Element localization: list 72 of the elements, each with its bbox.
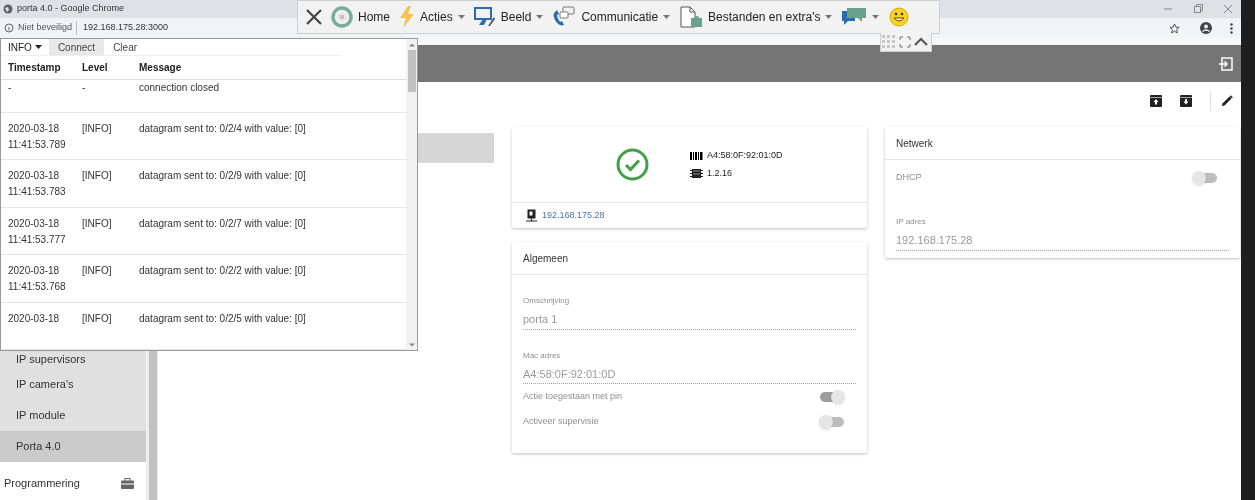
log-button[interactable]: Connect	[48, 39, 105, 56]
table-cell: datagram sent to: 0/2/4 with value: [0]	[139, 122, 306, 134]
star-icon[interactable]	[1169, 22, 1180, 34]
menu-icon[interactable]	[1230, 22, 1233, 34]
mac-address: A4:58:0F:92:01:0D	[707, 149, 783, 162]
security-label: Niet beveiligd	[18, 21, 78, 35]
column-header: Level	[82, 61, 108, 73]
scroll-down-icon[interactable]	[408, 342, 415, 348]
monitor-icon	[473, 7, 496, 27]
firmware-version: 1.2.16	[707, 166, 733, 180]
speech-bubbles-icon	[841, 7, 868, 27]
window-title: porta 4.0 - Google Chrome	[17, 2, 125, 16]
table-cell: -	[82, 81, 86, 93]
card-title: Netwerk	[896, 136, 933, 151]
card-title: Algemeen	[523, 251, 569, 266]
check-circle-icon	[615, 148, 649, 181]
table-cell: [INFO]	[82, 217, 112, 229]
globe-icon	[3, 4, 13, 14]
menu-button[interactable]: Beeld	[472, 7, 545, 27]
document-puzzle-icon	[679, 6, 704, 28]
field-label: IP adres	[896, 216, 927, 228]
logout-icon[interactable]	[1219, 56, 1233, 71]
field-label: Mac adres	[523, 349, 562, 362]
scrollbar[interactable]	[406, 39, 417, 350]
scroll-up-icon[interactable]	[408, 42, 415, 48]
table-cell-text: 2020-03-18 11:41:53.777	[8, 216, 67, 247]
table-cell: connection closed	[139, 81, 220, 93]
table-cell: [INFO]	[82, 265, 112, 276]
phone-chat-icon	[552, 6, 577, 28]
table-cell: datagram sent to: 0/2/5 with value: [0]	[139, 312, 306, 324]
archive-upload-icon[interactable]	[1150, 95, 1162, 107]
restore-icon[interactable]	[1193, 4, 1203, 14]
menu-button[interactable]	[840, 7, 881, 27]
circle-menu-icon	[331, 6, 353, 28]
table-cell: datagram sent to: 0/2/2 with value: [0]	[139, 265, 306, 276]
lightning-icon	[399, 6, 415, 28]
barcode-icon	[690, 151, 703, 160]
toggle-label: Actie toegestaan met pin	[523, 389, 623, 403]
menu-button[interactable]: Home	[330, 6, 391, 28]
network-icon	[526, 209, 537, 222]
column-header: Timestamp	[8, 61, 61, 73]
archive-download-icon[interactable]	[1180, 95, 1192, 107]
table-cell-text: -	[8, 80, 13, 95]
menu-button[interactable]: Bestanden en extra's	[678, 6, 834, 28]
close-icon[interactable]	[305, 8, 323, 26]
profile-icon[interactable]	[1200, 22, 1212, 34]
menu-button[interactable]: Communicatie	[551, 6, 672, 28]
table-cell-text: 2020-03-18 11:41:53.768	[8, 264, 67, 294]
toggle-label: Activeer supervisie	[523, 414, 599, 428]
table-cell: datagram sent to: 0/2/9 with value: [0]	[139, 170, 306, 181]
field-label: Omschrijving	[523, 295, 571, 307]
briefcase-icon	[121, 478, 134, 489]
sidebar-item[interactable]: Porta 4.0	[0, 431, 146, 462]
table-cell: datagram sent to: 0/2/7 with value: [0]	[139, 217, 306, 229]
table-cell-text: 2020-03-18 11:41:53.789	[8, 121, 67, 152]
scrollbar-thumb[interactable]	[407, 50, 416, 92]
chip-icon	[690, 167, 703, 179]
chevron-up-icon[interactable]	[914, 37, 928, 47]
pencil-icon[interactable]	[1221, 95, 1233, 107]
url-text[interactable]: 192.168.175.28:3000	[81, 21, 169, 35]
fullscreen-icon[interactable]	[899, 36, 911, 48]
smiley-icon[interactable]	[889, 7, 910, 27]
table-cell: [INFO]	[82, 122, 112, 134]
ip-link[interactable]: 192.168.175.28	[542, 208, 605, 223]
info-icon[interactable]	[4, 23, 14, 33]
menu-button[interactable]: Acties	[398, 6, 466, 28]
table-cell-text: 2020-03-18 11:41:53.783	[8, 169, 67, 199]
table-cell: [INFO]	[82, 312, 112, 324]
table-cell-text: 2020-03-18	[8, 311, 61, 326]
column-header: Message	[139, 61, 182, 73]
table-cell: [INFO]	[82, 170, 112, 181]
toggle-label: DHCP	[896, 171, 922, 185]
